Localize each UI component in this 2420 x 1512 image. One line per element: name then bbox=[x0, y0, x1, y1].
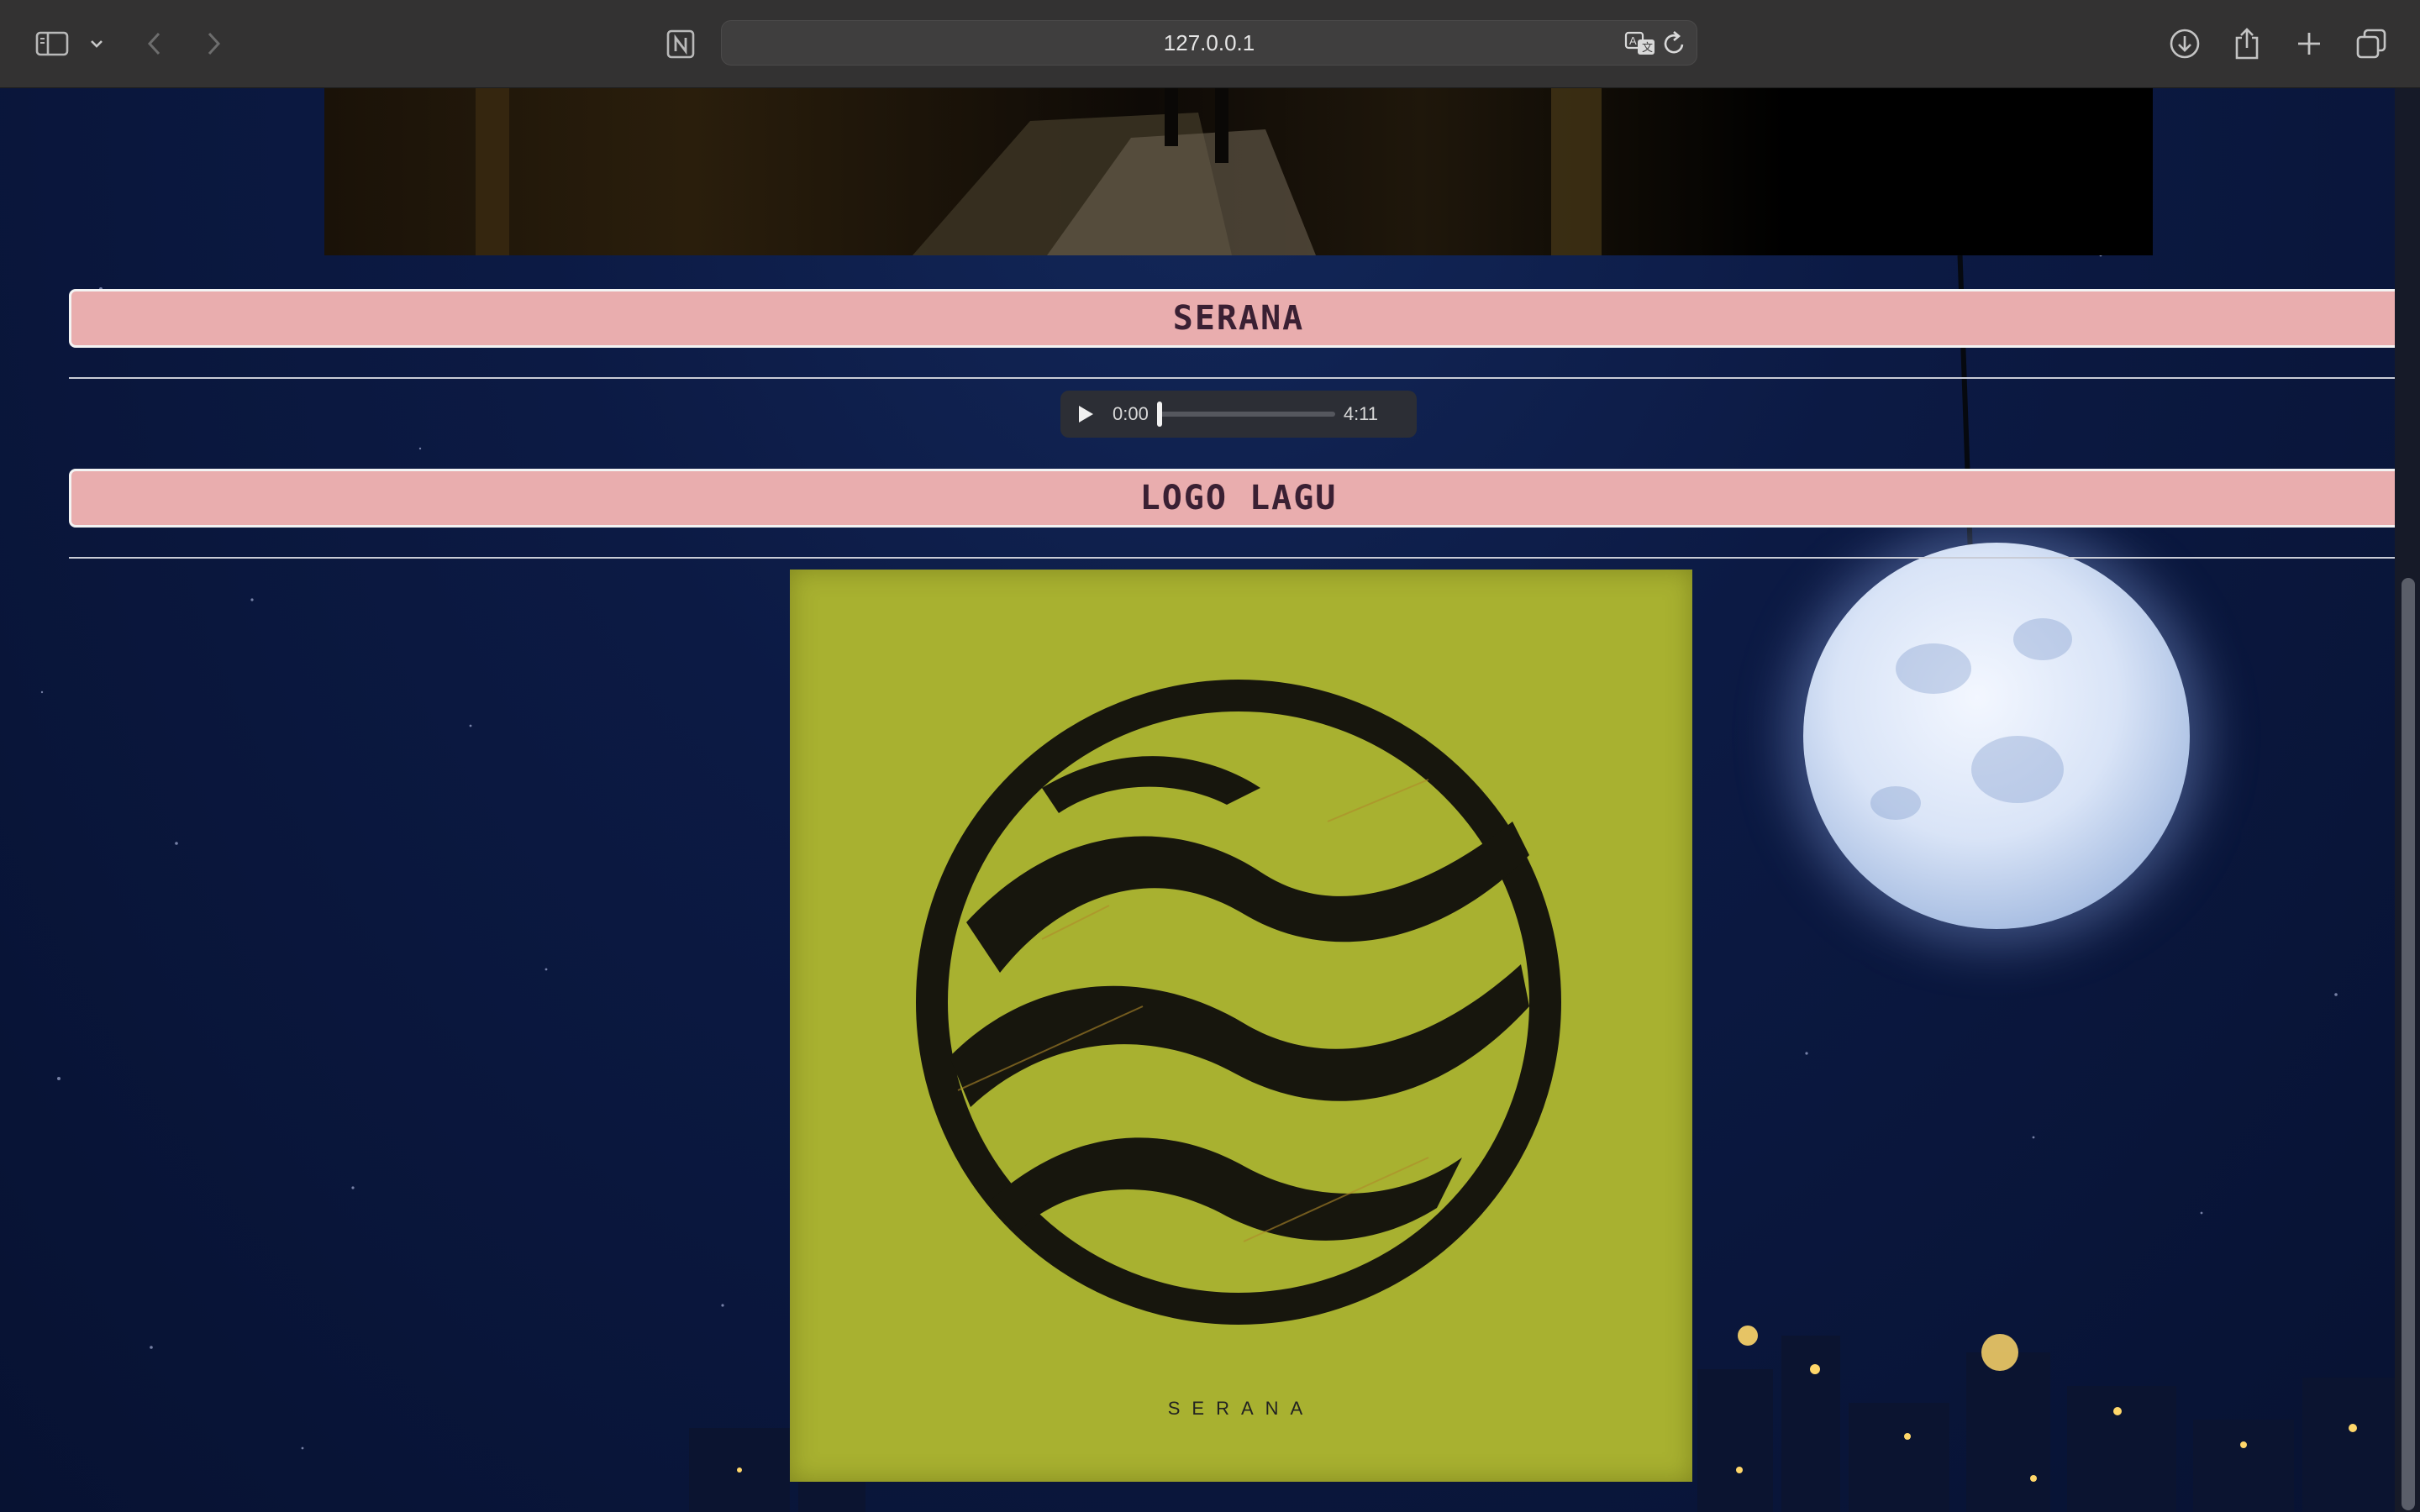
divider bbox=[69, 557, 2408, 559]
song-logo-artwork: SERANA bbox=[790, 570, 1692, 1482]
chevron-down-icon[interactable] bbox=[84, 22, 109, 66]
moon-image bbox=[1803, 543, 2190, 929]
logo-section-heading: LOGO LAGU bbox=[69, 469, 2408, 528]
divider bbox=[69, 377, 2408, 379]
browser-toolbar: 127.0.0.1 A文 bbox=[0, 0, 2420, 88]
seek-slider[interactable] bbox=[1156, 402, 1335, 427]
reload-icon[interactable] bbox=[1661, 29, 1690, 58]
chevron-right-icon[interactable] bbox=[197, 22, 230, 66]
video-still bbox=[324, 87, 2153, 255]
tabs-icon[interactable] bbox=[2351, 22, 2391, 66]
seek-handle[interactable] bbox=[1156, 402, 1162, 427]
share-icon[interactable] bbox=[2227, 22, 2267, 66]
web-page: SERANA 0:00 4:11 LOGO LAGU SERANA bbox=[0, 87, 2420, 1512]
translate-icon[interactable]: A文 bbox=[1624, 29, 1655, 58]
audio-player[interactable]: 0:00 4:11 bbox=[1060, 391, 1417, 438]
download-icon[interactable] bbox=[2165, 22, 2205, 66]
sidebar-icon[interactable] bbox=[30, 22, 74, 66]
chevron-left-icon[interactable] bbox=[138, 22, 171, 66]
address-bar[interactable]: 127.0.0.1 A文 bbox=[721, 20, 1697, 66]
url-text[interactable]: 127.0.0.1 bbox=[722, 21, 1697, 65]
scrollbar-thumb[interactable] bbox=[2402, 578, 2415, 1510]
svg-text:A: A bbox=[1629, 34, 1637, 47]
serana-logo-emblem bbox=[916, 680, 1561, 1325]
svg-text:文: 文 bbox=[1642, 41, 1653, 54]
plus-icon[interactable] bbox=[2289, 22, 2329, 66]
play-button[interactable] bbox=[1060, 391, 1111, 438]
song-title-heading: SERANA bbox=[69, 289, 2408, 348]
current-time: 0:00 bbox=[1113, 403, 1149, 424]
cover-caption: SERANA bbox=[1167, 1398, 1315, 1419]
duration-time: 4:11 bbox=[1343, 403, 1379, 424]
play-icon bbox=[1079, 406, 1093, 423]
notion-icon[interactable] bbox=[660, 22, 702, 66]
scrollbar[interactable] bbox=[2395, 87, 2420, 1512]
